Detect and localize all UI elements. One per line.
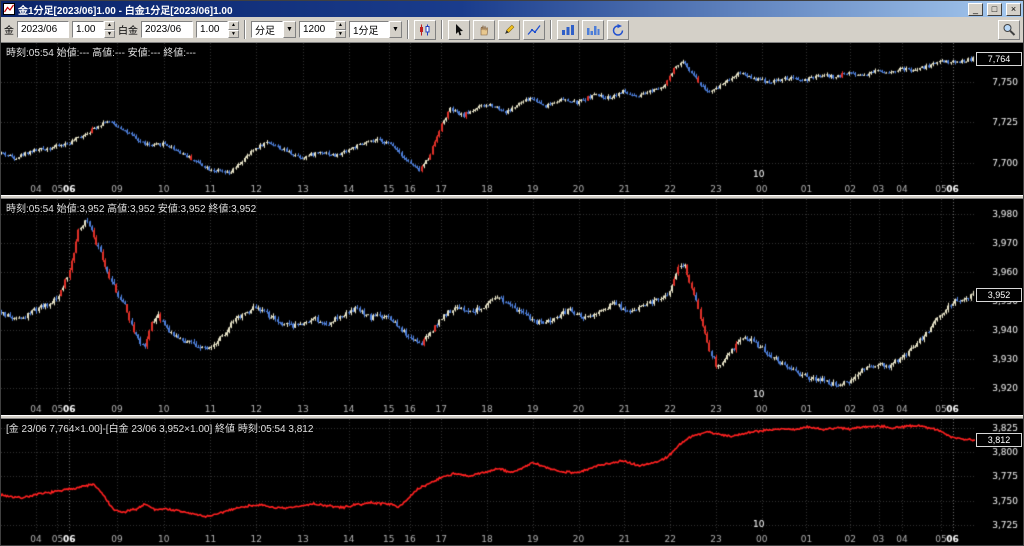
toolbar-separator xyxy=(407,20,409,39)
trend-line-icon xyxy=(527,24,541,36)
interval-type-value[interactable]: 分足 xyxy=(251,21,283,38)
histogram-icon xyxy=(586,24,600,36)
bar-count-spinner[interactable]: 1200 ▲▼ xyxy=(299,21,346,38)
spread-chart-canvas[interactable] xyxy=(1,419,1023,545)
close-button[interactable]: × xyxy=(1006,3,1021,16)
gold-candle-panel: 時刻:05:54 始値:--- 高値:--- 安値:--- 終値:--- 7,7… xyxy=(1,43,1023,195)
chart-panels: 時刻:05:54 始値:--- 高値:--- 安値:--- 終値:--- 7,7… xyxy=(1,43,1023,545)
spread-last-price: 3,812 xyxy=(976,433,1022,447)
pencil-tool-button[interactable] xyxy=(498,20,520,40)
gold-multiplier-value[interactable]: 1.00 xyxy=(72,21,104,38)
toolbar-separator xyxy=(441,20,443,39)
platinum-chart-canvas[interactable] xyxy=(1,199,1023,415)
spin-up-icon[interactable]: ▲ xyxy=(104,21,115,30)
platinum-multiplier-value[interactable]: 1.00 xyxy=(196,21,228,38)
platinum-last-price: 3,952 xyxy=(976,288,1022,302)
toolbar-separator xyxy=(244,20,246,39)
candle-chart-button[interactable] xyxy=(414,20,436,40)
gold-chart-canvas[interactable] xyxy=(1,43,1023,195)
bar-chart-icon xyxy=(561,24,575,36)
chevron-down-icon[interactable]: ▼ xyxy=(389,21,402,38)
toolbar-separator xyxy=(550,20,552,39)
bar-count-value[interactable]: 1200 xyxy=(299,21,335,38)
histogram-button[interactable] xyxy=(582,20,604,40)
gold-month-field[interactable]: 2023/06 xyxy=(17,21,69,38)
spin-up-icon[interactable]: ▲ xyxy=(228,21,239,30)
platinum-label: 白金 xyxy=(118,22,138,37)
pencil-icon xyxy=(502,24,516,36)
minimize-button[interactable]: _ xyxy=(968,3,983,16)
hand-icon xyxy=(477,24,491,36)
platinum-multiplier-spinner[interactable]: 1.00 ▲▼ xyxy=(196,21,239,38)
window-title: 金1分足[2023/06]1.00 - 白金1分足[2023/06]1.00 xyxy=(18,2,964,17)
bar-chart-button[interactable] xyxy=(557,20,579,40)
gold-label: 金 xyxy=(4,22,14,37)
cursor-tool-button[interactable] xyxy=(448,20,470,40)
trend-line-button[interactable] xyxy=(523,20,545,40)
spin-down-icon[interactable]: ▼ xyxy=(335,30,346,39)
chevron-down-icon[interactable]: ▼ xyxy=(283,21,296,38)
gold-last-price: 7,764 xyxy=(976,52,1022,66)
search-button[interactable] xyxy=(998,20,1020,40)
timeframe-value[interactable]: 1分足 xyxy=(349,21,389,38)
interval-type-dropdown[interactable]: 分足 ▼ xyxy=(251,21,296,38)
timeframe-dropdown[interactable]: 1分足 ▼ xyxy=(349,21,402,38)
platinum-candle-panel: 時刻:05:54 始値:3,952 高値:3,952 安値:3,952 終値:3… xyxy=(1,199,1023,415)
app-icon xyxy=(3,3,15,15)
spread-line-panel: [金 23/06 7,764×1.00]-[白金 23/06 3,952×1.0… xyxy=(1,419,1023,545)
maximize-button[interactable]: □ xyxy=(987,3,1002,16)
search-icon xyxy=(1002,23,1016,36)
hand-tool-button[interactable] xyxy=(473,20,495,40)
refresh-button[interactable] xyxy=(607,20,629,40)
platinum-month-field[interactable]: 2023/06 xyxy=(141,21,193,38)
spin-down-icon[interactable]: ▼ xyxy=(228,30,239,39)
gold-multiplier-spinner[interactable]: 1.00 ▲▼ xyxy=(72,21,115,38)
toolbar: 金 2023/06 1.00 ▲▼ 白金 2023/06 1.00 ▲▼ 分足 … xyxy=(1,17,1023,43)
chart-window: 金1分足[2023/06]1.00 - 白金1分足[2023/06]1.00 _… xyxy=(0,0,1024,546)
spin-up-icon[interactable]: ▲ xyxy=(335,21,346,30)
cursor-icon xyxy=(452,24,466,36)
candle-chart-icon xyxy=(418,24,432,36)
refresh-icon xyxy=(611,24,625,36)
titlebar[interactable]: 金1分足[2023/06]1.00 - 白金1分足[2023/06]1.00 _… xyxy=(1,1,1023,17)
spin-down-icon[interactable]: ▼ xyxy=(104,30,115,39)
